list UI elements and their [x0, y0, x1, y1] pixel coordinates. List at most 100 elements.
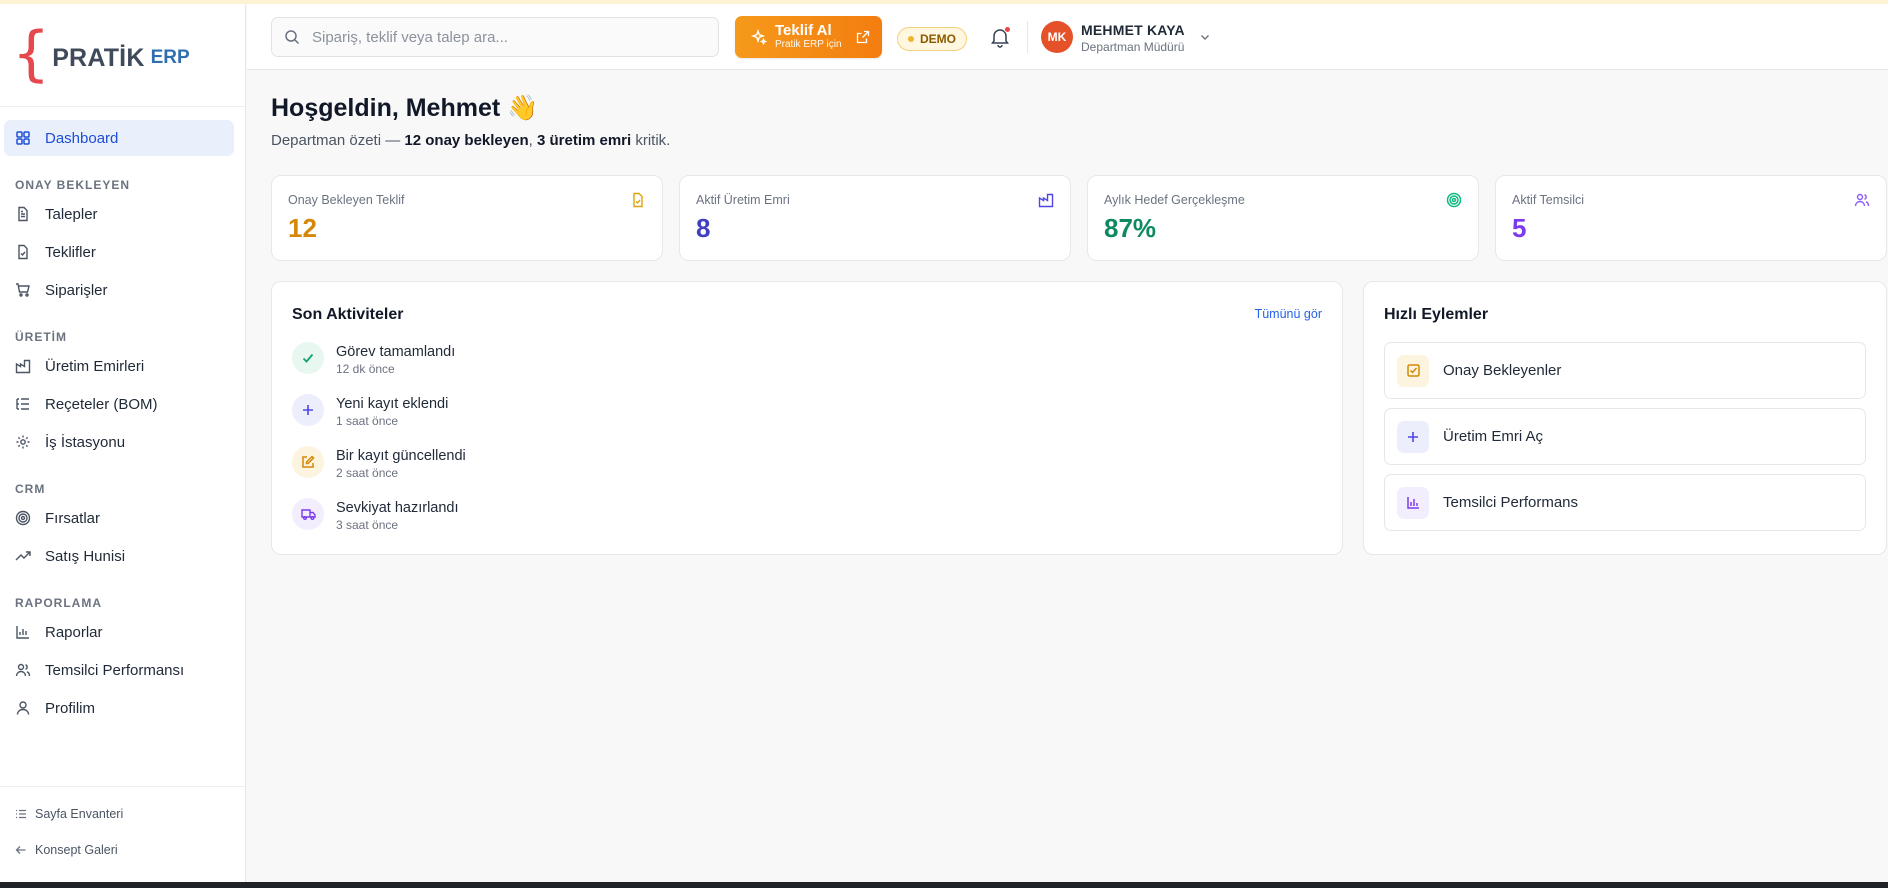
- sidebar-item-label: Profilim: [45, 699, 96, 717]
- sidebar-item-siparisler[interactable]: Siparişler: [4, 273, 234, 307]
- sidebar-item-dashboard[interactable]: Dashboard: [4, 120, 234, 156]
- stat-card-onay-bekleyen[interactable]: Onay Bekleyen Teklif 12: [271, 175, 663, 261]
- teklif-title: Teklif Al: [775, 22, 832, 39]
- activity-time: 3 saat önce: [336, 518, 399, 532]
- search-icon: [284, 29, 300, 45]
- gear-icon: [15, 434, 31, 450]
- activity-time: 12 dk önce: [336, 362, 395, 376]
- notifications-button[interactable]: [989, 26, 1011, 48]
- section-title-raporlama: RAPORLAMA: [15, 596, 102, 610]
- dashboard-icon: [15, 130, 31, 146]
- sidebar-item-firsatlar[interactable]: Fırsatlar: [4, 501, 234, 535]
- logo-brace: {: [12, 19, 51, 89]
- stat-label: Onay Bekleyen Teklif: [288, 193, 405, 207]
- quick-action-onay-bekleyenler[interactable]: Onay Bekleyenler: [1384, 342, 1866, 399]
- search-input[interactable]: [312, 28, 702, 46]
- stat-card-aktif-temsilci[interactable]: Aktif Temsilci 5: [1495, 175, 1887, 261]
- subtitle-prefix: Departman özeti —: [271, 132, 405, 149]
- checkbox-icon: [1397, 354, 1429, 387]
- divider: [0, 106, 245, 107]
- activity-item[interactable]: Görev tamamlandı 12 dk önce: [292, 342, 455, 382]
- sidebar-item-is-istasyonu[interactable]: İş İstasyonu: [4, 425, 234, 459]
- activity-text: Bir kayıt güncellendi: [336, 448, 466, 464]
- avatar[interactable]: MK: [1041, 21, 1073, 53]
- cart-icon: [15, 282, 31, 298]
- search-box[interactable]: [271, 17, 719, 57]
- sidebar-item-label: Reçeteler (BOM): [45, 395, 158, 413]
- sidebar-item-label: Siparişler: [45, 281, 108, 299]
- sidebar-item-label: Fırsatlar: [45, 509, 101, 527]
- stat-value: 5: [1512, 213, 1527, 243]
- activity-item[interactable]: Bir kayıt güncellendi 2 saat önce: [292, 446, 466, 486]
- subtitle-sep: ,: [528, 132, 537, 149]
- target-icon: [1446, 192, 1462, 208]
- bar-chart-icon: [15, 624, 31, 640]
- sidebar-item-temsilci-performansi[interactable]: Temsilci Performansı: [4, 653, 234, 687]
- activity-item[interactable]: Yeni kayıt eklendi 1 saat önce: [292, 394, 448, 434]
- sidebar-item-raporlar[interactable]: Raporlar: [4, 615, 234, 649]
- activity-time: 1 saat önce: [336, 414, 399, 428]
- subtitle-suffix: kritik.: [631, 132, 671, 149]
- factory-icon: [1038, 192, 1054, 208]
- activity-text: Yeni kayıt eklendi: [336, 396, 449, 412]
- logo-name: PRATİK: [52, 43, 145, 72]
- user-name[interactable]: MEHMET KAYA: [1081, 22, 1185, 38]
- sidebar-item-uretim-emirleri[interactable]: Üretim Emirleri: [4, 349, 234, 383]
- sayfa-envanteri-link[interactable]: Sayfa Envanteri: [15, 807, 123, 821]
- sidebar-item-label: Talepler: [45, 205, 98, 223]
- footer-link-label: Konsept Galeri: [35, 843, 118, 857]
- sidebar-item-label: Dashboard: [45, 129, 119, 147]
- konsept-galeri-link[interactable]: Konsept Galeri: [15, 843, 118, 857]
- stat-label: Aktif Üretim Emri: [696, 193, 790, 207]
- activities-card: Son Aktiviteler Tümünü gör Görev tamamla…: [271, 281, 1343, 555]
- teklif-al-button[interactable]: Teklif Al Pratik ERP için: [735, 16, 882, 58]
- sidebar-item-satis-hunisi[interactable]: Satış Hunisi: [4, 539, 234, 573]
- brand-logo[interactable]: { PRATİK ERP: [12, 19, 190, 90]
- sidebar-item-talepler[interactable]: Talepler: [4, 197, 234, 231]
- activity-item[interactable]: Sevkiyat hazırlandı 3 saat önce: [292, 498, 459, 538]
- document-icon: [630, 192, 646, 208]
- section-title-onay: ONAY BEKLEYEN: [15, 178, 131, 192]
- sidebar-item-teklifler[interactable]: Teklifler: [4, 235, 234, 269]
- section-title-uretim: ÜRETİM: [15, 330, 67, 344]
- factory-icon: [15, 358, 31, 374]
- check-icon: [292, 342, 324, 374]
- list-icon: [15, 808, 27, 820]
- sidebar-item-label: Üretim Emirleri: [45, 357, 145, 375]
- user-role: Departman Müdürü: [1081, 40, 1185, 54]
- see-all-link[interactable]: Tümünü gör: [1255, 307, 1322, 321]
- sidebar-item-label: Teklifler: [45, 243, 96, 261]
- quick-action-uretim-emri-ac[interactable]: Üretim Emri Aç: [1384, 408, 1866, 465]
- stat-card-aylik-hedef[interactable]: Aylık Hedef Gerçekleşme 87%: [1087, 175, 1479, 261]
- sidebar: { PRATİK ERP Dashboard ONAY BEKLEYEN Tal…: [0, 4, 246, 882]
- quick-action-label: Üretim Emri Aç: [1443, 428, 1544, 445]
- stat-label: Aylık Hedef Gerçekleşme: [1104, 193, 1245, 207]
- stat-label: Aktif Temsilci: [1512, 193, 1585, 207]
- logo-suffix: ERP: [150, 47, 190, 68]
- teklif-subtitle: Pratik ERP için: [775, 39, 842, 50]
- activity-text: Görev tamamlandı: [336, 344, 456, 360]
- sidebar-item-label: Temsilci Performansı: [45, 661, 185, 679]
- footer-link-label: Sayfa Envanteri: [35, 807, 124, 821]
- sidebar-item-profilim[interactable]: Profilim: [4, 691, 234, 725]
- users-icon: [15, 662, 31, 678]
- sidebar-item-receteler[interactable]: Reçeteler (BOM): [4, 387, 234, 421]
- sidebar-item-label: Satış Hunisi: [45, 547, 126, 565]
- divider: [0, 786, 245, 787]
- sparkles-icon: [751, 29, 767, 45]
- list-tree-icon: [15, 396, 31, 412]
- bar-chart-icon: [1397, 486, 1429, 519]
- status-dot: [908, 36, 914, 42]
- quick-actions-title: Hızlı Eylemler: [1384, 306, 1489, 323]
- users-icon: [1854, 192, 1870, 208]
- stat-value: 12: [288, 213, 317, 243]
- quick-action-temsilci-performans[interactable]: Temsilci Performans: [1384, 474, 1866, 531]
- stat-card-aktif-uretim[interactable]: Aktif Üretim Emri 8: [679, 175, 1071, 261]
- sidebar-item-label: İş İstasyonu: [45, 433, 126, 451]
- chevron-down-icon[interactable]: [1199, 31, 1211, 43]
- edit-icon: [292, 446, 324, 478]
- activity-time: 2 saat önce: [336, 466, 399, 480]
- stat-value: 87%: [1104, 213, 1157, 243]
- external-link-icon: [856, 30, 870, 44]
- section-title-crm: CRM: [15, 482, 46, 496]
